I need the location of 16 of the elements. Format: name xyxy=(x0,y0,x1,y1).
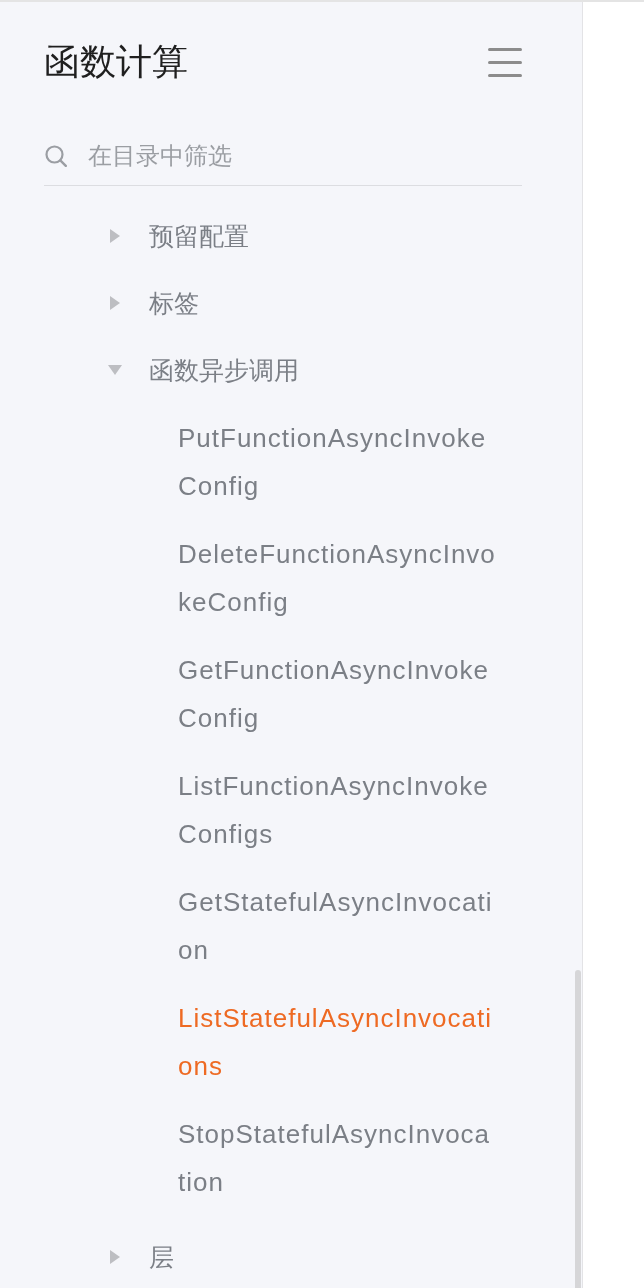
tree-item-link[interactable]: StopStatefulAsyncInvocation xyxy=(178,1110,498,1206)
tree-item-link[interactable]: PutFunctionAsyncInvokeConfig xyxy=(178,414,498,510)
tree-item[interactable]: 预留配置 xyxy=(108,219,249,253)
tree-item[interactable]: 层 xyxy=(108,1240,174,1274)
scrollbar-thumb[interactable] xyxy=(575,970,581,1288)
tree-item-link[interactable]: DeleteFunctionAsyncInvokeConfig xyxy=(178,530,498,626)
menu-icon[interactable] xyxy=(488,47,522,77)
tree-item-link[interactable]: ListStatefulAsyncInvocations xyxy=(178,994,498,1090)
tree-item[interactable]: 标签 xyxy=(108,286,199,320)
sidebar-title: 函数计算 xyxy=(44,40,188,84)
search-field[interactable]: 在目录中筛选 xyxy=(44,126,522,186)
search-icon xyxy=(45,145,67,167)
tree-item-link[interactable]: ListFunctionAsyncInvokeConfigs xyxy=(178,762,498,858)
tree-item-link[interactable]: GetStatefulAsyncInvocation xyxy=(178,878,498,974)
tree-item[interactable]: 函数异步调用 xyxy=(108,353,299,387)
tree-item-link[interactable]: GetFunctionAsyncInvokeConfig xyxy=(178,646,498,742)
